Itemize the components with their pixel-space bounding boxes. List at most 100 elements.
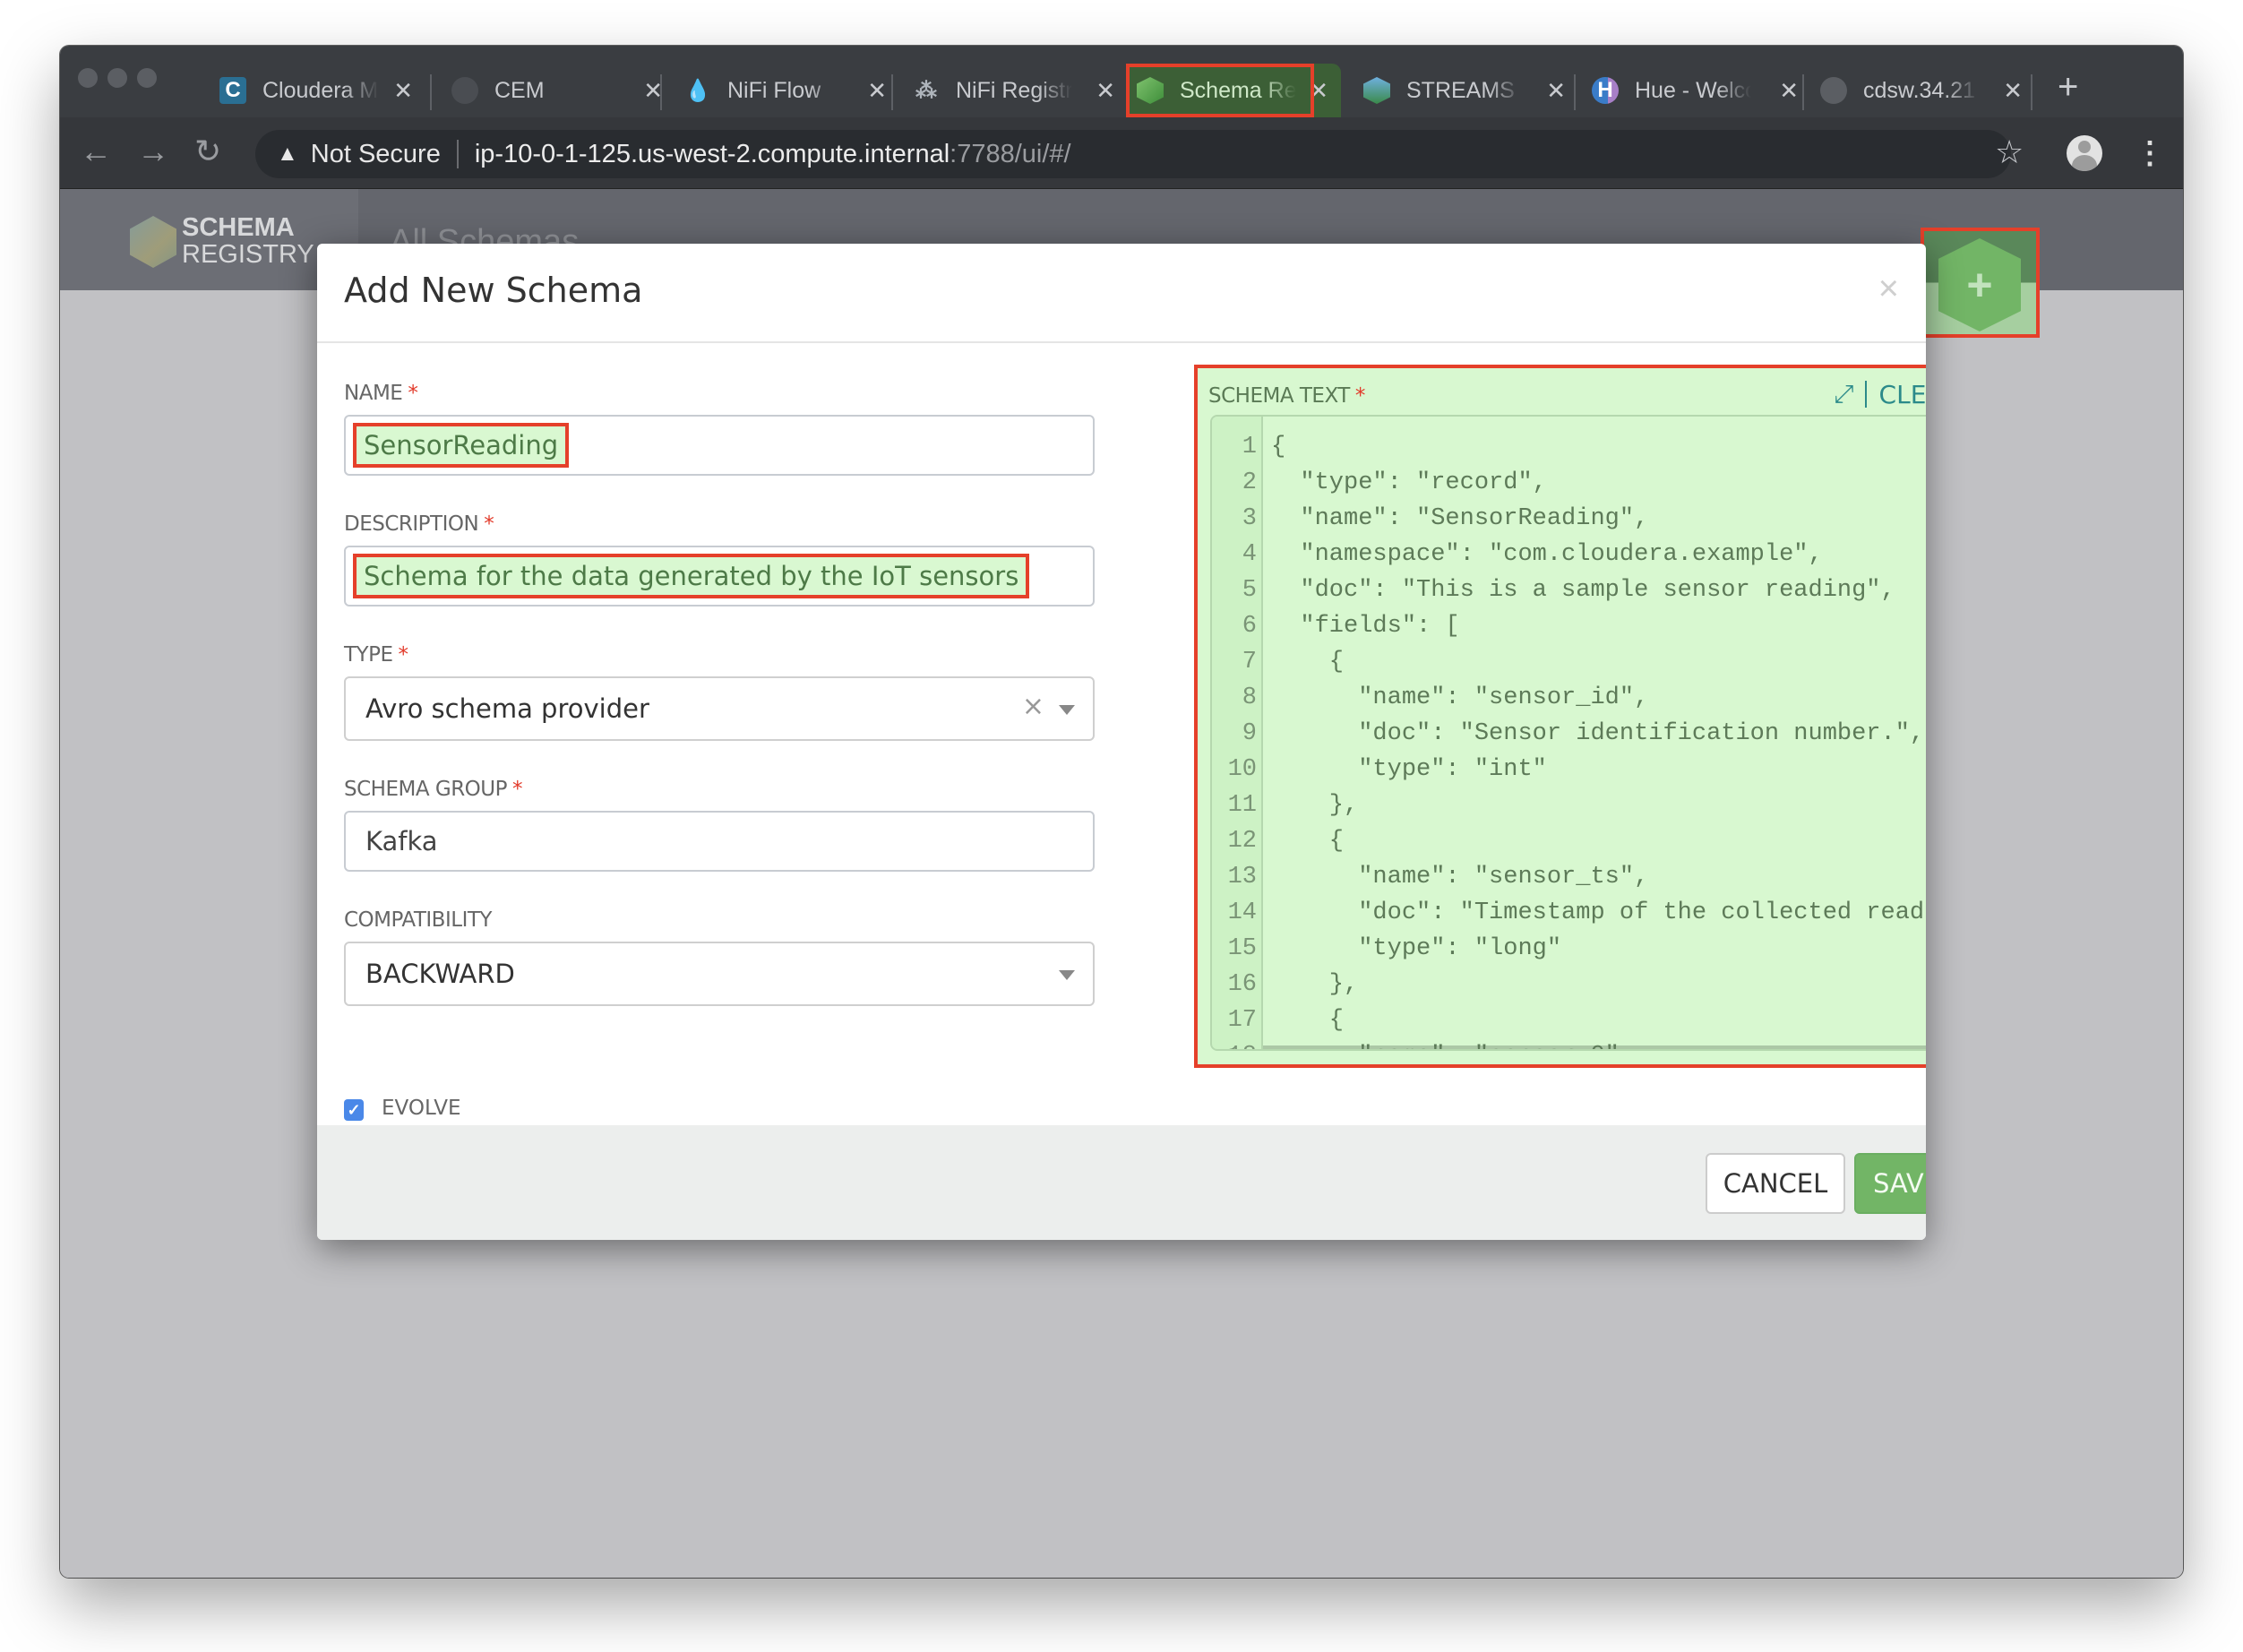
line-number: 4 [1242, 541, 1257, 568]
browser-menu-icon[interactable]: ⋮ [2135, 132, 2165, 175]
add-new-schema-dialog: Add New Schema × NAME * SensorReading DES… [317, 244, 1926, 1240]
modal-title: Add New Schema [344, 271, 643, 310]
type-select[interactable]: Avro schema provider × [344, 676, 1095, 741]
line-number: 2 [1242, 469, 1257, 496]
tab-close-icon[interactable]: ✕ [867, 77, 887, 105]
required-marker: * [484, 512, 494, 536]
save-button[interactable]: SAVE [1854, 1153, 1926, 1214]
type-label: TYPE * [344, 643, 408, 667]
line-number: 12 [1227, 828, 1257, 855]
tab-cdsw[interactable]: cdsw.34.21 ✕ [1820, 64, 2035, 117]
app-logo[interactable]: SCHEMA REGISTRY [60, 189, 358, 290]
forward-arrow-icon[interactable]: → [137, 133, 169, 169]
code-text: "name": "SensorReading", [1271, 505, 1649, 532]
tab-close-icon[interactable]: ✕ [1779, 77, 1799, 105]
description-input[interactable]: Schema for the data generated by the IoT… [344, 546, 1095, 607]
close-icon[interactable]: × [1878, 271, 1899, 306]
tab-streams-messaging-manager[interactable]: STREAMS MESSAGING MANAGER ✕ [1363, 64, 1578, 117]
line-number: 11 [1227, 792, 1257, 819]
tab-cem[interactable]: CEM ✕ [451, 64, 675, 117]
tab-close-icon[interactable]: ✕ [1546, 77, 1566, 105]
clear-schema-link[interactable]: CLEAR [1879, 380, 1926, 409]
url-host: ip-10-0-1-125.us-west-2.compute.internal [474, 139, 950, 168]
window-zoom-button[interactable] [137, 68, 157, 88]
schema-text-panel: SCHEMA TEXT* ⤢ CLEAR 1{2 "type": "record… [1194, 365, 1926, 1068]
compatibility-select[interactable]: BACKWARD [344, 942, 1095, 1006]
chevron-down-icon[interactable] [1059, 705, 1075, 715]
name-label: NAME * [344, 382, 418, 405]
tab-strip: C Cloudera Manager ✕ CEM ✕ 💧 NiFi Flow ✕… [60, 46, 2183, 117]
cancel-button[interactable]: CANCEL [1706, 1153, 1845, 1214]
active-tab-highlight [1126, 64, 1314, 117]
window-minimize-button[interactable] [107, 68, 127, 88]
line-number: 1 [1242, 434, 1257, 460]
code-line: 2 "type": "record", [1212, 465, 1926, 501]
code-text: { [1271, 434, 1286, 460]
code-text: "fields": [ [1271, 613, 1460, 640]
evolve-checkbox[interactable]: ✓ [344, 1099, 364, 1121]
schema-code-editor[interactable]: 1{2 "type": "record", 3 "name": "SensorRe… [1210, 415, 1926, 1051]
hue-icon: H [1592, 77, 1619, 104]
tab-close-icon[interactable]: ✕ [393, 77, 413, 105]
browser-toolbar: ← → ↻ ▲ Not Secure ip-10-0-1-125.us-west… [60, 117, 2183, 189]
code-line: 5 "doc": "This is a sample sensor readin… [1212, 572, 1926, 608]
bookmark-star-icon[interactable]: ☆ [1995, 133, 2024, 171]
expand-icon[interactable]: ⤢ [1834, 379, 1853, 409]
tab-separator [2031, 74, 2032, 110]
code-text: "type": "int" [1271, 756, 1547, 783]
back-arrow-icon[interactable]: ← [80, 133, 112, 169]
line-number: 10 [1227, 756, 1257, 783]
line-number: 15 [1227, 935, 1257, 962]
tab-cloudera-manager[interactable]: C Cloudera Manager ✕ [219, 64, 425, 117]
window-close-button[interactable] [78, 68, 98, 88]
line-number: 5 [1242, 577, 1257, 604]
schema-group-input[interactable]: Kafka [344, 811, 1095, 872]
line-number: 8 [1242, 684, 1257, 711]
code-text: "name": "sensor_id", [1271, 684, 1649, 711]
tab-hue[interactable]: H Hue - Welcome ✕ [1592, 64, 1811, 117]
address-bar[interactable]: ▲ Not Secure ip-10-0-1-125.us-west-2.com… [255, 130, 2011, 178]
tab-nifi-registry[interactable]: ⁂ NiFi Registry ✕ [913, 64, 1128, 117]
tab-close-icon[interactable]: ✕ [2003, 77, 2023, 105]
modal-header: Add New Schema × [317, 244, 1926, 343]
code-line: 14 "doc": "Timestamp of the collected re… [1212, 895, 1926, 931]
name-input[interactable]: SensorReading [344, 415, 1095, 476]
globe-icon [1820, 77, 1847, 104]
plus-icon: + [1966, 260, 1993, 310]
evolve-label: EVOLVE [382, 1097, 461, 1120]
tab-close-icon[interactable]: ✕ [1096, 77, 1115, 105]
code-line: 1{ [1212, 429, 1926, 465]
action-separator [1864, 381, 1867, 408]
code-line: 16 }, [1212, 967, 1926, 1002]
code-text: { [1271, 1007, 1345, 1034]
tab-separator [660, 74, 662, 110]
line-number: 7 [1242, 649, 1257, 675]
globe-icon [451, 77, 478, 104]
code-text: { [1271, 649, 1345, 675]
code-text: { [1271, 828, 1345, 855]
tab-separator [1574, 74, 1576, 110]
profile-avatar-icon[interactable] [2067, 135, 2102, 171]
line-number: 3 [1242, 505, 1257, 532]
chevron-down-icon[interactable] [1059, 970, 1075, 980]
browser-window: C Cloudera Manager ✕ CEM ✕ 💧 NiFi Flow ✕… [60, 46, 2183, 1578]
code-line: 18 "name": "sensor_0", [1212, 1038, 1926, 1049]
required-marker: * [408, 382, 418, 405]
line-number: 13 [1227, 864, 1257, 891]
new-tab-button[interactable]: + [2058, 69, 2078, 105]
line-number: 6 [1242, 613, 1257, 640]
code-text: "name": "sensor_ts", [1271, 864, 1649, 891]
code-line: 4 "namespace": "com.cloudera.example", [1212, 537, 1926, 572]
line-number: 9 [1242, 720, 1257, 747]
compatibility-value: BACKWARD [365, 959, 515, 989]
warning-triangle-icon: ▲ [277, 142, 298, 166]
tab-nifi-flow[interactable]: 💧 NiFi Flow ✕ [684, 64, 899, 117]
clear-selection-icon[interactable]: × [1022, 691, 1044, 722]
code-text: "doc": "This is a sample sensor reading"… [1271, 577, 1895, 604]
code-line: 10 "type": "int" [1212, 752, 1926, 787]
reload-icon[interactable]: ↻ [194, 133, 221, 169]
logo-text-line2: REGISTRY [182, 240, 314, 269]
smm-icon [1363, 77, 1390, 104]
nifi-drop-icon: 💧 [684, 78, 711, 103]
compatibility-label: COMPATIBILITY [344, 908, 492, 932]
